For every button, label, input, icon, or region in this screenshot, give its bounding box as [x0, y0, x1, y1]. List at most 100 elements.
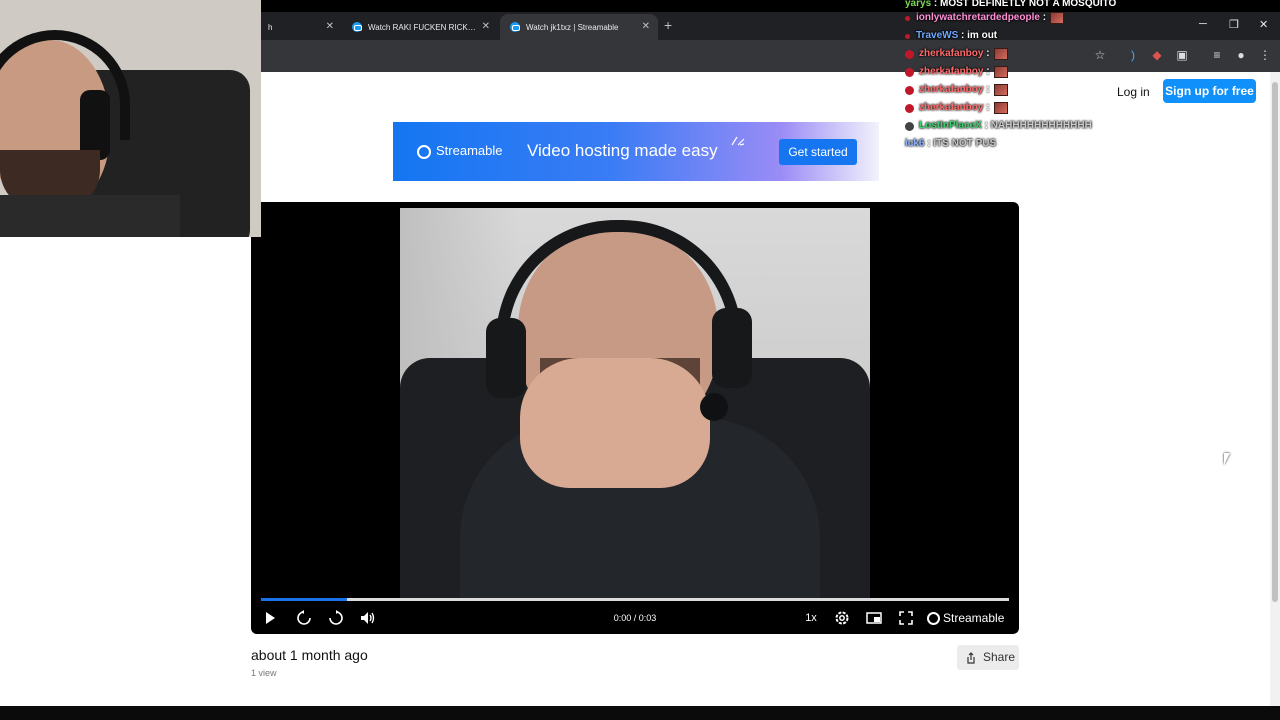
- share-label: Share: [983, 650, 1016, 664]
- signup-button[interactable]: Sign up for free: [1163, 79, 1256, 103]
- subscriber-badge-icon: [905, 85, 914, 95]
- play-icon[interactable]: [263, 609, 277, 627]
- streamable-brand-link[interactable]: Streamable: [927, 609, 1004, 627]
- headphones-icon: [496, 220, 742, 370]
- chat-message: zherkafanboy :: [905, 82, 1008, 98]
- share-button[interactable]: Share: [957, 645, 1019, 670]
- banner-logo-text: Streamable: [436, 143, 503, 158]
- tab-close-icon[interactable]: ✕: [326, 21, 334, 32]
- banner-headline: Video hosting made easy: [527, 141, 718, 160]
- webcam-shirt: [0, 195, 180, 237]
- streamable-favicon-icon: [510, 22, 520, 32]
- fullscreen-icon[interactable]: [897, 609, 915, 627]
- subscriber-badge-icon: [905, 103, 914, 113]
- view-count: 1 view: [251, 668, 277, 678]
- chat-message: zherkafanboy :: [905, 100, 1008, 116]
- media-icon[interactable]: ≡: [1210, 48, 1224, 62]
- chat-username: ick6: [905, 138, 925, 149]
- progress-fill: [261, 598, 347, 601]
- star-icon[interactable]: ☆: [1093, 48, 1107, 62]
- get-started-button[interactable]: Get started: [779, 139, 857, 165]
- screen: h ✕ Watch RAKI FUCKEN RICKS | St ✕ Watch…: [0, 0, 1280, 720]
- chat-text: ITS NOT PUS: [933, 138, 997, 149]
- chat-message: ick6 : ITS NOT PUS: [905, 136, 996, 152]
- chat-username: ionlywatchretardedpeople: [916, 12, 1040, 23]
- chat-separator: :: [983, 102, 990, 113]
- emote-icon: [993, 84, 1008, 96]
- video-hands: [520, 358, 710, 488]
- chat-username: zherkafanboy: [919, 102, 984, 113]
- chat-message: zherkafanboy :: [905, 64, 1008, 80]
- extension-audio-icon[interactable]: ): [1126, 48, 1140, 62]
- chat-separator: :: [983, 66, 990, 77]
- tab-title: Watch RAKI FUCKEN RICKS | St: [368, 22, 480, 32]
- browser-tab-active[interactable]: Watch jk1txz | Streamable ✕: [500, 14, 658, 40]
- subscriber-badge-icon: [905, 67, 914, 77]
- taskbar-strip: [0, 706, 1280, 720]
- microphone-icon: [700, 393, 728, 421]
- emote-icon: [993, 66, 1008, 78]
- streamable-favicon-icon: [352, 22, 362, 32]
- webcam-overlay: [0, 0, 261, 237]
- restore-icon[interactable]: ❐: [1229, 18, 1239, 31]
- video-frame[interactable]: [400, 208, 870, 598]
- chat-separator: :: [983, 84, 990, 95]
- tab-close-icon[interactable]: ✕: [642, 21, 650, 32]
- chat-username: zherkafanboy: [919, 48, 984, 59]
- chat-username: LostInPlaceX: [919, 120, 982, 131]
- mouse-cursor-icon: [1224, 453, 1230, 465]
- new-tab-icon[interactable]: +: [664, 17, 672, 33]
- subscriber-badge-icon: [905, 15, 910, 21]
- emote-icon: [993, 102, 1008, 114]
- chat-message: TraveWS : im out: [905, 28, 997, 44]
- progress-track[interactable]: [261, 598, 1009, 601]
- upload-date: about 1 month ago: [251, 647, 368, 663]
- share-icon: [967, 651, 975, 664]
- brand-label: Streamable: [943, 611, 1005, 625]
- window-close-icon[interactable]: ✕: [1259, 18, 1268, 31]
- subscriber-badge-icon: [905, 121, 914, 131]
- streamable-logo-icon: [417, 145, 431, 159]
- promo-banner[interactable]: Streamable Video hosting made easy Get s…: [393, 122, 879, 181]
- chat-message: LostInPlaceX : NAHHHHHHHHHHHH: [905, 118, 1092, 134]
- volume-icon[interactable]: [359, 609, 377, 627]
- chat-text: NAHHHHHHHHHHHH: [990, 120, 1092, 131]
- rewind-icon[interactable]: [295, 609, 313, 627]
- chat-separator: :: [958, 30, 968, 41]
- chat-username: zherkafanboy: [919, 66, 984, 77]
- chat-message: zherkafanboy :: [905, 46, 1008, 62]
- login-link[interactable]: Log in: [1117, 83, 1150, 101]
- streamable-logo-icon: [927, 611, 940, 625]
- pip-icon[interactable]: [865, 609, 883, 627]
- minimize-icon[interactable]: ─: [1199, 18, 1207, 30]
- video-time: 0:00 / 0:03: [613, 613, 657, 623]
- forward-icon[interactable]: [327, 609, 345, 627]
- chat-text: im out: [967, 30, 998, 41]
- emote-icon: [1050, 12, 1065, 24]
- tab-title: h: [268, 22, 273, 32]
- tab-close-icon[interactable]: ✕: [482, 21, 490, 32]
- subscriber-badge-icon: [905, 33, 910, 39]
- webcam-headphones-icon: [0, 30, 130, 140]
- video-player[interactable]: 0:00 / 0:03 1x Streamable: [251, 202, 1019, 634]
- chat-username: zherkafanboy: [919, 84, 984, 95]
- chat-message: ionlywatchretardedpeople :: [905, 10, 1065, 26]
- extension-icon[interactable]: ◆: [1150, 48, 1164, 62]
- scrollbar-thumb[interactable]: [1272, 82, 1278, 602]
- emote-icon: [993, 48, 1008, 60]
- menu-icon[interactable]: ⋮: [1258, 48, 1272, 62]
- headphone-cup-right: [712, 308, 752, 388]
- subscriber-badge-icon: [905, 49, 914, 59]
- chat-username: TraveWS: [916, 30, 959, 41]
- chat-separator: :: [983, 48, 990, 59]
- settings-icon[interactable]: [833, 609, 851, 627]
- tab-title: Watch jk1txz | Streamable: [526, 22, 619, 32]
- puzzle-icon[interactable]: ▣: [1175, 48, 1189, 62]
- playback-speed-button[interactable]: 1x: [801, 609, 821, 627]
- profile-icon[interactable]: ●: [1234, 48, 1248, 62]
- chat-separator: :: [1039, 12, 1047, 23]
- chat-separator: :: [981, 120, 991, 131]
- browser-tab[interactable]: Watch RAKI FUCKEN RICKS | St ✕: [342, 14, 498, 40]
- sparkle-icon: [731, 136, 745, 146]
- headphone-cup-left: [486, 318, 526, 398]
